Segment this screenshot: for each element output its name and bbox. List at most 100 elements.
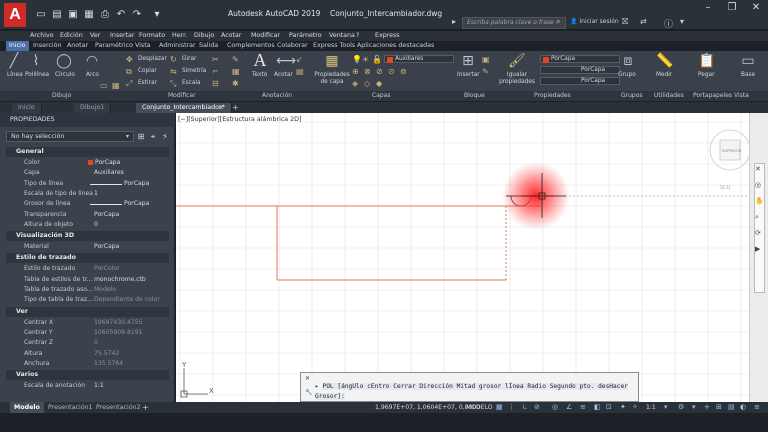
- new-file-icon[interactable]: ▭: [34, 8, 48, 22]
- layer-tool-4-icon[interactable]: ⊙: [388, 67, 395, 76]
- doc-tab-start[interactable]: Inicio: [12, 103, 42, 113]
- layer-tool-8-icon[interactable]: ◆: [376, 79, 382, 88]
- selection-dropdown[interactable]: No hay selección: [6, 131, 134, 142]
- search-toggle-icon[interactable]: ▸: [448, 17, 460, 29]
- leader-icon[interactable]: ↙: [296, 55, 303, 64]
- property-row[interactable]: Escala de anotación 1:1: [6, 381, 169, 391]
- auto-scale-icon[interactable]: ✧: [632, 403, 638, 412]
- offset-icon[interactable]: ⊟: [212, 79, 219, 88]
- layout-tab-model[interactable]: Modelo: [10, 402, 44, 413]
- menu-0[interactable]: Archivo: [30, 31, 54, 41]
- menu-7[interactable]: Acotar: [221, 31, 241, 41]
- ribbon-tab-4[interactable]: Vista: [132, 41, 154, 51]
- layer-tool-7-icon[interactable]: ◇: [364, 79, 370, 88]
- layer-tool-5-icon[interactable]: ⊚: [400, 67, 407, 76]
- ribbon-panel-label-4[interactable]: Bloque: [464, 92, 485, 100]
- arc-button-label[interactable]: Arco: [86, 72, 99, 79]
- viewcube-face-label[interactable]: SUPERIOR: [722, 148, 742, 153]
- property-row[interactable]: Centrar Z 0: [6, 338, 169, 348]
- menu-10[interactable]: Ventana: [329, 31, 355, 41]
- layer-properties-button[interactable]: Propiedades de capa: [314, 72, 350, 86]
- close-icon[interactable]: ✕: [748, 2, 764, 13]
- annotation-monitor-icon[interactable]: +: [704, 403, 710, 412]
- quick-properties-icon[interactable]: ▤: [728, 403, 735, 412]
- dimension-button-label[interactable]: Acotar: [274, 72, 293, 79]
- minimize-icon[interactable]: –: [700, 2, 716, 13]
- restore-icon[interactable]: ❐: [724, 2, 740, 13]
- snap-toggle-icon[interactable]: ⋮: [508, 403, 515, 412]
- selection-cycling-icon[interactable]: ⊡: [606, 403, 612, 412]
- property-row[interactable]: Altura 75.5742: [6, 349, 169, 359]
- erase-icon[interactable]: ✎: [232, 55, 239, 64]
- property-row[interactable]: Escala de tipo de línea 1: [6, 189, 169, 199]
- ribbon-tab-2[interactable]: Anotar: [64, 41, 91, 51]
- arc-icon[interactable]: ◠: [84, 53, 100, 69]
- units-icon[interactable]: ⊞: [716, 403, 722, 412]
- drawing-svg[interactable]: Y X SUPERIOR SCU: [176, 113, 749, 402]
- move-icon[interactable]: ✥: [126, 55, 133, 64]
- search-icon[interactable]: ⌕: [556, 17, 560, 27]
- command-line[interactable]: ✕ 🔧 ▸ POL [ángUlo cEntro Cerrar Direcció…: [300, 372, 639, 402]
- copy-button[interactable]: Copiar: [138, 68, 157, 75]
- ribbon-tab-9[interactable]: Express Tools: [310, 41, 358, 51]
- menu-3[interactable]: Insertar: [110, 31, 135, 41]
- ribbon-panel-label-0[interactable]: Dibujo: [52, 92, 71, 100]
- customization-menu-icon[interactable]: ≡: [754, 403, 760, 412]
- match-properties-icon[interactable]: 🖌: [508, 53, 526, 69]
- ribbon-tab-6[interactable]: Salida: [196, 41, 221, 51]
- save-as-icon[interactable]: ▦: [82, 8, 96, 22]
- layer-tool-3-icon[interactable]: ⊘: [376, 67, 383, 76]
- properties-section-misc[interactable]: Varios: [6, 370, 169, 381]
- ortho-toggle-icon[interactable]: ∟: [522, 403, 528, 412]
- nav-close-icon[interactable]: ✕: [755, 165, 761, 173]
- block-create-icon[interactable]: ▣: [482, 55, 490, 64]
- ribbon-tab-7[interactable]: Complementos: [224, 41, 278, 51]
- measure-icon[interactable]: 📏: [656, 53, 673, 69]
- redo-icon[interactable]: ↷: [130, 8, 144, 22]
- model-space-toggle[interactable]: MODELO: [466, 402, 493, 413]
- group-icon[interactable]: ⧈: [620, 53, 636, 69]
- match-properties-button[interactable]: Igualar propiedades: [498, 72, 536, 86]
- ribbon-tab-10[interactable]: Aplicaciones destacadas: [354, 41, 437, 51]
- ribbon-tab-1[interactable]: Inserción: [30, 41, 65, 51]
- polar-toggle-icon[interactable]: ⊘: [534, 403, 540, 412]
- ribbon-panel-label-6[interactable]: Grupos: [621, 92, 643, 100]
- workspace-dropdown-icon[interactable]: ▾: [692, 403, 696, 412]
- text-button-label[interactable]: Texto: [252, 72, 267, 79]
- table-icon[interactable]: ▤: [296, 67, 304, 76]
- menu-2[interactable]: Ver: [90, 31, 100, 41]
- layout-tab-presentation2[interactable]: Presentación2: [92, 402, 145, 413]
- dimension-icon[interactable]: ⟷: [276, 53, 296, 69]
- doc-tab-drawing1[interactable]: Dibujo1: [74, 103, 112, 113]
- menu-6[interactable]: Dibujo: [194, 31, 214, 41]
- pan-icon[interactable]: ✋: [755, 197, 764, 205]
- menu-4[interactable]: Formato: [139, 31, 165, 41]
- ribbon-tab-3[interactable]: Paramétrico: [92, 41, 136, 51]
- print-icon[interactable]: ⎙: [98, 8, 112, 22]
- annotation-scale[interactable]: 1:1: [646, 402, 656, 413]
- ribbon-tab-0[interactable]: Inicio: [6, 41, 29, 51]
- properties-section-viz3d[interactable]: Visualización 3D: [6, 231, 169, 242]
- circle-button-label[interactable]: Círculo: [55, 72, 75, 79]
- orbit-icon[interactable]: ⟳: [755, 229, 761, 237]
- polyline-icon[interactable]: ⌇: [28, 53, 44, 69]
- stretch-icon[interactable]: ⤢: [126, 79, 132, 88]
- layer-lock-icon[interactable]: 🔓: [372, 55, 382, 64]
- properties-section-general[interactable]: General: [6, 147, 169, 157]
- transparency-toggle-icon[interactable]: ◧: [594, 403, 601, 412]
- help-dropdown-icon[interactable]: ▾: [680, 17, 684, 26]
- insert-button-label[interactable]: Insertar: [457, 72, 480, 79]
- property-row[interactable]: Capa Auxiliares: [6, 168, 169, 178]
- select-objects-icon[interactable]: ⌖: [148, 132, 158, 142]
- mirror-button[interactable]: Simetría: [182, 68, 206, 75]
- command-close-icon[interactable]: ✕: [305, 375, 310, 382]
- property-row[interactable]: Centrar Y 10605909.8191: [6, 328, 169, 338]
- new-tab-icon[interactable]: +: [232, 103, 239, 112]
- scale-button[interactable]: Escala: [182, 80, 201, 87]
- zoom-extents-icon[interactable]: ⌕: [755, 213, 759, 222]
- property-row[interactable]: Altura de objeto 0: [6, 220, 169, 230]
- save-icon[interactable]: ▣: [66, 8, 80, 22]
- help-icon[interactable]: ⓘ: [664, 17, 673, 30]
- line-button-label[interactable]: Línea: [7, 72, 23, 79]
- ribbon-panel-label-3[interactable]: Capas: [372, 92, 390, 100]
